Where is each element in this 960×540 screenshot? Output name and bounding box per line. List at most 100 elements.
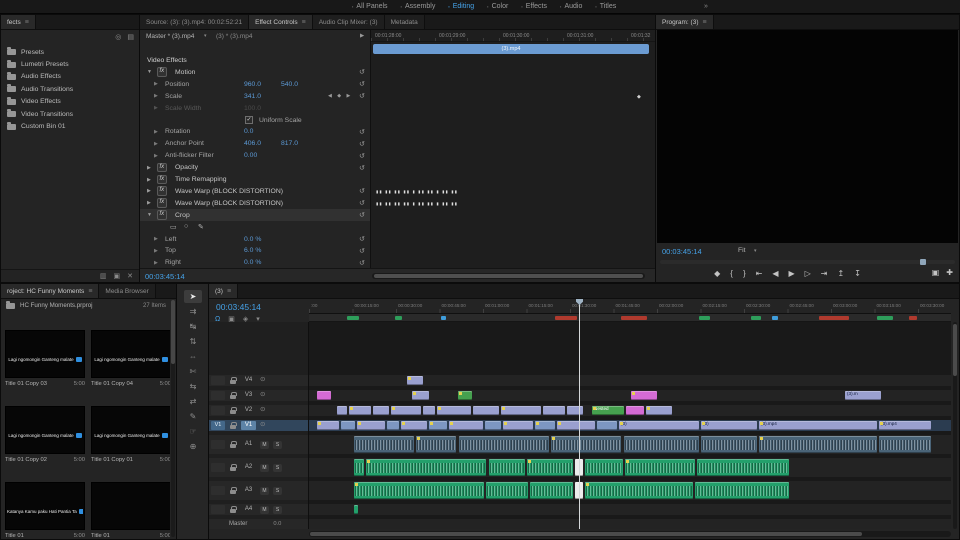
mute-button[interactable]: M <box>260 486 269 495</box>
reset-icon[interactable]: ↺ <box>359 199 365 207</box>
source-patch-v2[interactable] <box>211 406 225 415</box>
timeline-clip[interactable] <box>391 406 421 415</box>
timeline-markers-bar[interactable] <box>309 314 951 322</box>
timeline-clip[interactable] <box>625 459 695 476</box>
twirl-icon[interactable]: ▶ <box>154 93 158 99</box>
timeline-clip[interactable] <box>527 459 573 476</box>
program-timecode[interactable]: 00:03:45:14 <box>662 247 702 256</box>
timeline-clip[interactable] <box>879 436 931 453</box>
twirl-icon[interactable]: ▶ <box>147 200 151 206</box>
track-lock-icon[interactable] <box>229 440 237 450</box>
timeline-clip[interactable] <box>701 436 757 453</box>
timeline-clip[interactable] <box>585 459 623 476</box>
timeline-clip[interactable] <box>459 436 549 453</box>
reset-icon[interactable]: ↺ <box>359 128 365 136</box>
mask-tool-icon[interactable]: ▭ <box>170 223 177 231</box>
timeline-clip[interactable] <box>543 406 565 415</box>
timeline-clip[interactable] <box>337 406 347 415</box>
timeline-clip[interactable] <box>341 421 355 430</box>
timeline-clip[interactable] <box>387 421 399 430</box>
track-name[interactable]: A3 <box>241 486 256 495</box>
timeline-clip[interactable]: (3).m <box>845 391 881 400</box>
timeline-clip[interactable] <box>437 406 471 415</box>
effects-bin-row[interactable]: Video Transitions <box>1 108 139 120</box>
timeline-clip[interactable]: (3) <box>701 421 757 430</box>
mute-button[interactable]: M <box>260 463 269 472</box>
master-clip-label[interactable]: Master * (3).mp4 <box>146 33 194 40</box>
timeline-clip[interactable] <box>567 406 583 415</box>
track-select-forward-tool[interactable]: ⇉ <box>184 305 202 318</box>
zoom-level-select[interactable]: Fit <box>738 247 746 254</box>
timeline-clip[interactable]: (3).mp4 <box>879 421 931 430</box>
project-item[interactable]: Lagi ngomongin Ganteng malate Title 01 Co… <box>5 406 85 468</box>
effects-bin-row[interactable]: Video Effects <box>1 96 139 108</box>
mark-out-button[interactable]: } <box>743 269 746 278</box>
timeline-clip[interactable] <box>401 421 427 430</box>
scrollbar-thumb[interactable] <box>953 324 957 376</box>
timeline-clip[interactable] <box>349 406 371 415</box>
mask-tool-icon[interactable]: ✎ <box>198 223 204 231</box>
rate-stretch-tool[interactable]: ⇔ <box>184 350 202 363</box>
timeline-clip[interactable] <box>423 406 435 415</box>
track-output-icon[interactable]: ⊙ <box>260 392 265 399</box>
reset-icon[interactable]: ↺ <box>359 259 365 267</box>
track-lock-icon[interactable] <box>229 391 237 401</box>
twirl-icon[interactable]: ▶ <box>147 188 151 194</box>
project-item[interactable]: Lagi ngomongin Ganteng malate Title 01 Co… <box>91 330 170 392</box>
timeline-clip[interactable] <box>485 421 501 430</box>
rolling-edit-tool[interactable]: ⇅ <box>184 335 202 348</box>
panel-menu-icon[interactable]: ≡ <box>227 288 231 295</box>
timeline-clip[interactable] <box>354 436 414 453</box>
timeline-clip[interactable] <box>530 482 573 499</box>
workspace-overflow-icon[interactable]: » <box>704 3 708 10</box>
reset-icon[interactable]: ↺ <box>359 247 365 255</box>
timeline-timecode[interactable]: 00:03:45:14 <box>216 302 261 312</box>
project-file-name[interactable]: HC Funny Moments.prproj <box>20 302 93 309</box>
param-value[interactable]: 817.0 <box>281 140 298 147</box>
twirl-icon[interactable]: ▼ <box>147 69 152 75</box>
playhead-timecode[interactable]: 00:03:45:14 <box>145 272 185 281</box>
tab-metadata[interactable]: Metadata <box>384 15 425 29</box>
ripple-edit-tool[interactable]: ↹ <box>184 320 202 333</box>
reset-icon[interactable]: ↺ <box>359 92 365 100</box>
step-forward-button[interactable]: ▷ <box>805 269 811 278</box>
scrollbar-thumb[interactable] <box>310 532 863 536</box>
track-output-icon[interactable]: ⊙ <box>260 422 265 429</box>
search-icon[interactable]: ◎ <box>115 34 121 41</box>
twirl-icon[interactable]: ▶ <box>154 129 158 135</box>
effect-controls-ruler[interactable]: 00:01:28:00 00:01:29:00 00:01:30:00 00:01:3… <box>371 30 655 42</box>
timeline-clip[interactable] <box>449 421 483 430</box>
source-patch-v4[interactable] <box>211 376 225 385</box>
project-item[interactable]: Title 01 5:00 <box>91 482 170 539</box>
timeline-clip[interactable] <box>354 459 364 476</box>
param-value[interactable]: 406.0 <box>244 140 261 147</box>
panel-menu-icon[interactable]: ≡ <box>702 19 706 26</box>
tab-program[interactable]: Program: (3) ≡ <box>656 15 714 29</box>
export-frame-button[interactable]: ▣ <box>932 269 940 277</box>
timeline-clip[interactable] <box>416 436 456 453</box>
horizontal-scrollbar[interactable] <box>309 531 951 537</box>
go-to-out-button[interactable]: ⇥ <box>821 269 828 278</box>
timeline-clip[interactable] <box>317 421 339 430</box>
solo-button[interactable]: S <box>273 505 282 514</box>
tab-audio-clip-mixer[interactable]: Audio Clip Mixer: (3) <box>312 15 385 29</box>
timeline-clip[interactable] <box>373 406 389 415</box>
timeline-clip[interactable] <box>597 421 617 430</box>
vertical-scrollbar[interactable] <box>953 322 957 529</box>
param-value[interactable]: 6.0 % <box>244 247 261 254</box>
param-value[interactable]: 100.0 <box>244 105 261 112</box>
twirl-icon[interactable]: ▶ <box>147 177 151 183</box>
solo-button[interactable]: S <box>273 463 282 472</box>
timeline-clip[interactable] <box>429 421 447 430</box>
param-value[interactable]: 0.00 <box>244 152 257 159</box>
timeline-clip[interactable] <box>631 391 657 400</box>
twirl-icon[interactable]: ▶ <box>154 141 158 147</box>
project-item[interactable]: Katanya Kamu paku Hati Pantia Ta Title 01… <box>5 482 85 539</box>
button-editor-button[interactable]: ✚ <box>946 269 953 277</box>
timeline-clip[interactable] <box>624 436 699 453</box>
timeline-clip[interactable] <box>503 421 533 430</box>
chevron-down-icon[interactable]: ▾ <box>204 33 207 39</box>
track-lock-icon[interactable] <box>229 421 237 431</box>
track-output-icon[interactable]: ⊙ <box>260 407 265 414</box>
param-value[interactable]: 960.0 <box>244 81 261 88</box>
